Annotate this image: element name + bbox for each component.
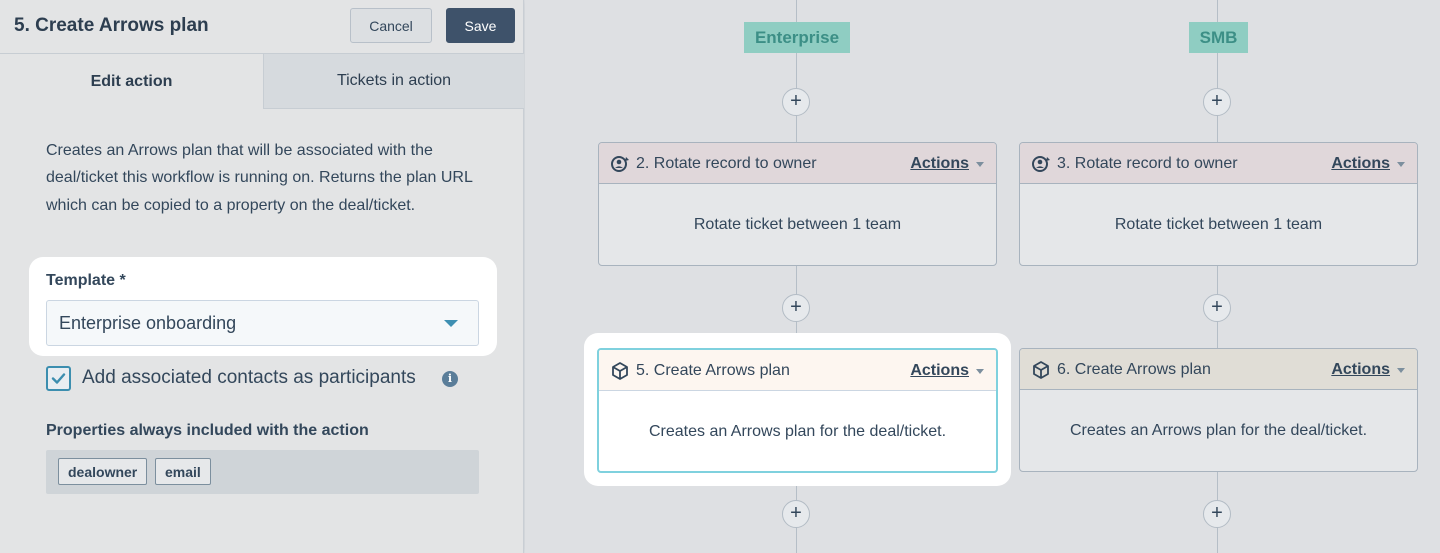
rotate-owner-icon — [611, 156, 629, 172]
info-icon[interactable]: i — [442, 371, 458, 387]
panel-header: 5. Create Arrows plan Cancel Save — [0, 0, 523, 54]
card-actions-menu[interactable]: Actions — [1331, 155, 1390, 173]
chevron-down-icon — [1397, 162, 1405, 167]
chevron-down-icon — [976, 369, 984, 374]
cube-icon — [612, 362, 628, 380]
card-title: 6. Create Arrows plan — [1057, 361, 1211, 378]
action-card-create-arrows-plan-selected[interactable]: 5. Create Arrows plan Actions Creates an… — [597, 348, 998, 473]
card-body: Creates an Arrows plan for the deal/tick… — [1069, 422, 1368, 439]
cancel-button[interactable]: Cancel — [350, 8, 432, 43]
cube-icon — [1033, 361, 1049, 379]
card-title: 3. Rotate record to owner — [1057, 155, 1238, 172]
card-header: 2. Rotate record to owner Actions — [599, 143, 996, 184]
template-select[interactable]: Enterprise onboarding — [46, 300, 479, 346]
card-body: Creates an Arrows plan for the deal/tick… — [648, 423, 947, 440]
add-action-button[interactable]: + — [782, 500, 810, 528]
card-header: 3. Rotate record to owner Actions — [1020, 143, 1417, 184]
add-action-button[interactable]: + — [1203, 294, 1231, 322]
action-card-rotate-owner[interactable]: 2. Rotate record to owner Actions Rotate… — [598, 142, 997, 266]
chevron-down-icon — [1397, 368, 1405, 373]
participants-checkbox-label[interactable]: Add associated contacts as participants — [82, 367, 416, 389]
panel-title: 5. Create Arrows plan — [14, 15, 209, 36]
action-card-rotate-owner[interactable]: 3. Rotate record to owner Actions Rotate… — [1019, 142, 1418, 266]
property-chip: email — [155, 458, 211, 485]
card-actions-menu[interactable]: Actions — [1331, 361, 1390, 379]
add-action-button[interactable]: + — [1203, 500, 1231, 528]
action-edit-panel: 5. Create Arrows plan Cancel Save Edit a… — [0, 0, 524, 553]
action-card-create-arrows-plan[interactable]: 6. Create Arrows plan Actions Creates an… — [1019, 348, 1418, 472]
card-actions-menu[interactable]: Actions — [910, 362, 969, 380]
add-action-button[interactable]: + — [782, 294, 810, 322]
properties-box: dealowner email — [46, 450, 479, 494]
action-description: Creates an Arrows plan that will be asso… — [46, 142, 473, 214]
chevron-down-icon — [444, 320, 458, 327]
card-title: 2. Rotate record to owner — [636, 155, 817, 172]
save-button[interactable]: Save — [446, 8, 515, 43]
card-body: Rotate ticket between 1 team — [1114, 216, 1323, 233]
add-action-button[interactable]: + — [1203, 88, 1231, 116]
template-selected-value: Enterprise onboarding — [59, 313, 237, 333]
panel-tabs: Edit action Tickets in action — [0, 54, 524, 109]
template-label: Template * — [46, 272, 126, 289]
card-header: 6. Create Arrows plan Actions — [1020, 349, 1417, 390]
card-actions-menu[interactable]: Actions — [910, 155, 969, 173]
participants-checkbox[interactable] — [46, 366, 71, 391]
branch-label-smb: SMB — [1189, 22, 1248, 53]
tab-tickets-in-action[interactable]: Tickets in action — [263, 54, 524, 109]
rotate-owner-icon — [1032, 156, 1050, 172]
card-body: Rotate ticket between 1 team — [693, 216, 902, 233]
add-action-button[interactable]: + — [782, 88, 810, 116]
card-title: 5. Create Arrows plan — [636, 362, 790, 379]
property-chip: dealowner — [58, 458, 148, 485]
properties-label: Properties always included with the acti… — [46, 422, 369, 439]
card-header: 5. Create Arrows plan Actions — [599, 350, 996, 391]
branch-label-enterprise: Enterprise — [744, 22, 850, 53]
checkmark-icon — [51, 373, 66, 384]
tab-edit-action[interactable]: Edit action — [0, 54, 263, 109]
chevron-down-icon — [976, 162, 984, 167]
